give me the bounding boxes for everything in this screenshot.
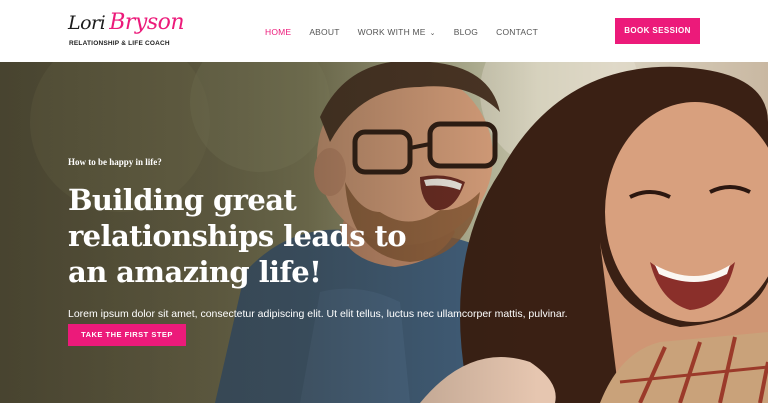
hero-section: How to be happy in life? Building great …: [0, 62, 768, 403]
nav-item-label: WORK WITH ME: [357, 27, 426, 37]
site-logo[interactable]: Lori Bryson RELATIONSHIP & LIFE COACH: [68, 10, 185, 50]
hero-eyebrow: How to be happy in life?: [68, 157, 162, 167]
nav-item-about[interactable]: ABOUT: [309, 25, 339, 39]
nav-item-home[interactable]: HOME: [265, 25, 291, 39]
logo-last-name: Bryson: [109, 10, 185, 35]
logo-wordmark: Lori Bryson: [68, 10, 185, 40]
main-nav: HOME ABOUT WORK WITH ME ⌄ BLOG CONTACT: [265, 25, 538, 39]
hero-description: Lorem ipsum dolor sit amet, consectetur …: [68, 308, 568, 320]
site-header: Lori Bryson RELATIONSHIP & LIFE COACH HOM…: [0, 0, 768, 62]
nav-item-contact[interactable]: CONTACT: [496, 25, 538, 39]
book-session-button[interactable]: BOOK SESSION: [615, 18, 700, 44]
take-first-step-button[interactable]: TAKE THE FIRST STEP: [68, 324, 186, 346]
logo-tagline: RELATIONSHIP & LIFE COACH: [69, 40, 170, 47]
hero-headline: Building great relationships leads to an…: [68, 183, 407, 289]
nav-item-work-with-me[interactable]: WORK WITH ME ⌄: [358, 25, 436, 41]
chevron-down-icon: ⌄: [429, 30, 436, 37]
nav-item-blog[interactable]: BLOG: [454, 25, 478, 39]
logo-first-name: Lori: [68, 12, 106, 34]
